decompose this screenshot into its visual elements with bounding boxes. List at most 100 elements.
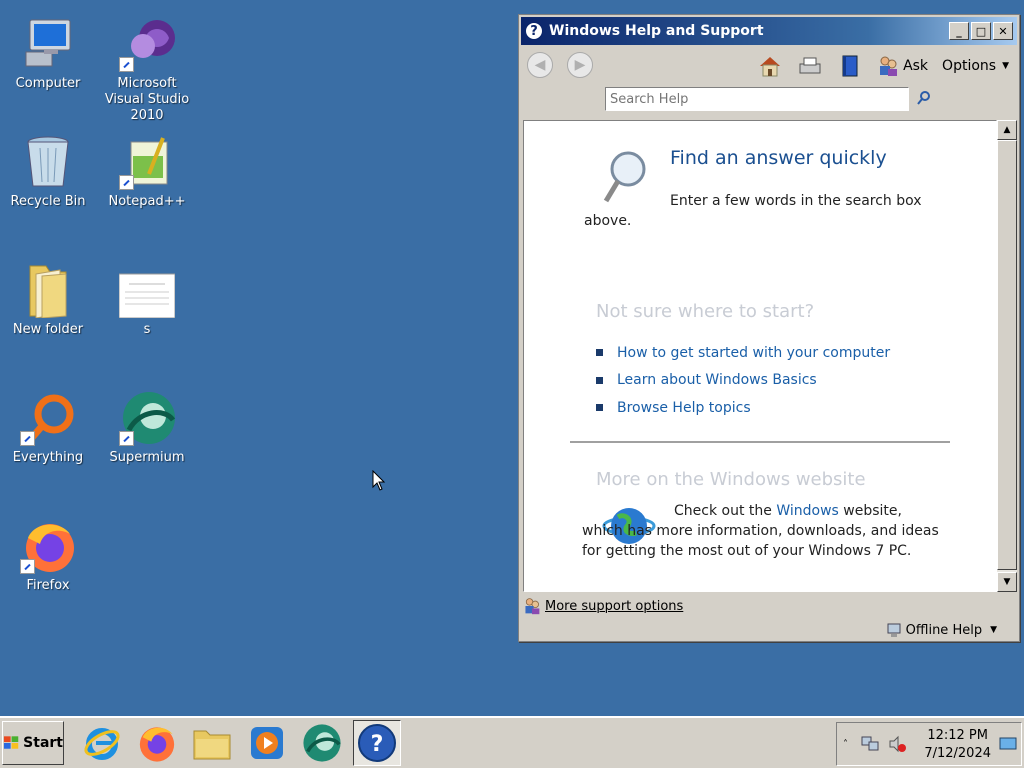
clock[interactable]: 12:12 PM 7/12/2024 — [924, 727, 991, 763]
desktop-icon-s[interactable]: s — [99, 262, 195, 338]
scroll-up-button[interactable]: ▲ — [997, 120, 1017, 140]
not-sure-heading: Not sure where to start? — [596, 301, 815, 322]
desktop-icon-label: s — [143, 322, 151, 337]
computer-icon — [20, 16, 76, 72]
back-button[interactable]: ◀ — [527, 52, 553, 78]
ask-button[interactable]: Ask — [877, 55, 928, 77]
windows-website-link[interactable]: Windows — [776, 503, 839, 519]
taskbar-media-player[interactable] — [243, 720, 291, 766]
taskbar: Start ? ˄ 12:12 PM 7/12/2024 — [0, 716, 1024, 768]
taskbar-supermium[interactable] — [298, 720, 346, 766]
help-links-list: How to get started with your computer Le… — [596, 339, 890, 422]
vertical-scrollbar[interactable]: ▲ ▼ — [997, 120, 1017, 592]
desktop-icon-label: Computer — [15, 76, 81, 91]
desktop-icon-new-folder[interactable]: New folder — [0, 262, 96, 338]
people-icon — [880, 56, 898, 76]
chevron-down-icon: ▼ — [1002, 61, 1009, 71]
clock-date: 7/12/2024 — [924, 746, 991, 761]
desktop-icon-label: Recycle Bin — [10, 194, 86, 209]
taskbar-help-and-support[interactable]: ? — [353, 720, 401, 766]
taskbar-internet-explorer[interactable] — [78, 720, 126, 766]
media-player-icon — [251, 727, 283, 759]
desktop-icon-notepadpp[interactable]: Notepad++ — [99, 134, 195, 210]
desktop-icon-label: New folder — [12, 322, 84, 337]
show-hidden-icons-button[interactable]: ˄ — [843, 739, 848, 750]
help-content-pane: Find an answer quickly Enter a few words… — [523, 120, 997, 592]
start-button[interactable]: Start — [2, 721, 64, 765]
minimize-button[interactable]: _ — [949, 22, 969, 40]
desktop-icon-label: Microsoft Visual Studio 2010 — [104, 76, 190, 123]
help-icon: ? — [358, 724, 396, 762]
offline-help-menu[interactable]: Offline Help ▼ — [886, 619, 997, 641]
taskbar-file-explorer[interactable] — [188, 720, 236, 766]
window-title: Windows Help and Support — [549, 23, 764, 39]
maximize-button[interactable]: □ — [971, 22, 991, 40]
clock-time: 12:12 PM — [927, 728, 988, 743]
offline-help-label: Offline Help — [905, 622, 983, 638]
more-support-label: More support options — [545, 598, 684, 614]
bullet-icon — [596, 404, 603, 412]
desktop-icon-firefox[interactable]: Firefox — [0, 518, 96, 594]
action-center-icon[interactable] — [999, 737, 1017, 753]
internet-explorer-icon — [84, 728, 120, 760]
home-icon — [760, 57, 781, 77]
link-label: How to get started with your computer — [617, 344, 891, 361]
desktop-icon-label: Supermium — [109, 450, 185, 465]
volume-muted-icon[interactable] — [888, 735, 908, 753]
start-label: Start — [23, 735, 63, 751]
link-browse-topics[interactable]: Browse Help topics — [596, 394, 890, 422]
link-windows-basics[interactable]: Learn about Windows Basics — [596, 367, 890, 395]
notepadpp-icon — [119, 134, 175, 190]
people-icon — [525, 598, 540, 615]
desktop-icon-recycle-bin[interactable]: Recycle Bin — [0, 134, 96, 210]
visual-studio-icon — [119, 16, 175, 72]
chevron-down-icon: ▼ — [990, 625, 997, 635]
printer-icon — [799, 57, 821, 74]
browse-help-button[interactable] — [837, 53, 863, 79]
shortcut-arrow-icon — [20, 559, 35, 574]
print-button[interactable] — [797, 53, 823, 79]
desktop-icon-label: Notepad++ — [108, 194, 186, 209]
toolbar: ◀ ▶ Ask Options ▼ — [519, 47, 1019, 83]
shortcut-arrow-icon — [20, 431, 35, 446]
search-icon[interactable] — [915, 89, 933, 107]
web-text-pre: Check out the — [674, 503, 777, 519]
supermium-icon — [119, 390, 176, 446]
everything-icon — [20, 390, 76, 446]
desktop-icon-visual-studio[interactable]: Microsoft Visual Studio 2010 — [99, 16, 195, 124]
supermium-icon — [303, 724, 341, 762]
network-icon[interactable] — [860, 735, 880, 753]
system-tray: ˄ 12:12 PM 7/12/2024 — [836, 722, 1022, 766]
taskbar-firefox[interactable] — [133, 720, 181, 766]
link-label: Learn about Windows Basics — [617, 372, 817, 389]
website-description: Check out the Windows website, which has… — [582, 501, 942, 561]
firefox-icon — [20, 518, 76, 574]
options-menu[interactable]: Options ▼ — [942, 58, 1009, 74]
desktop-icon-label: Firefox — [26, 578, 70, 593]
firefox-icon — [139, 727, 175, 762]
section-divider — [570, 441, 950, 443]
svg-text:?: ? — [371, 732, 384, 757]
help-icon: ? — [525, 22, 543, 40]
link-get-started[interactable]: How to get started with your computer — [596, 339, 890, 367]
desktop-icon-everything[interactable]: Everything — [0, 390, 96, 466]
desktop-icon-computer[interactable]: Computer — [0, 16, 96, 92]
recycle-bin-icon — [20, 134, 76, 190]
search-input[interactable] — [605, 87, 909, 111]
shortcut-arrow-icon — [119, 57, 134, 72]
desktop-icon-label: Everything — [12, 450, 84, 465]
folder-icon — [20, 262, 76, 319]
bullet-icon — [596, 349, 603, 357]
folder-icon — [193, 730, 231, 760]
home-button[interactable] — [757, 53, 783, 79]
forward-button[interactable]: ▶ — [567, 52, 593, 78]
more-support-options[interactable]: More support options — [523, 595, 683, 617]
scroll-thumb[interactable] — [997, 140, 1017, 570]
scroll-down-button[interactable]: ▼ — [997, 572, 1017, 592]
find-answer-heading: Find an answer quickly — [670, 147, 887, 169]
close-button[interactable]: ✕ — [993, 22, 1013, 40]
help-and-support-window[interactable]: ? Windows Help and Support _ □ ✕ ◀ ▶ Ask… — [518, 14, 1020, 642]
title-bar[interactable]: ? Windows Help and Support _ □ ✕ — [521, 17, 1017, 45]
mouse-cursor-icon — [372, 470, 386, 491]
desktop-icon-supermium[interactable]: Supermium — [99, 390, 195, 466]
